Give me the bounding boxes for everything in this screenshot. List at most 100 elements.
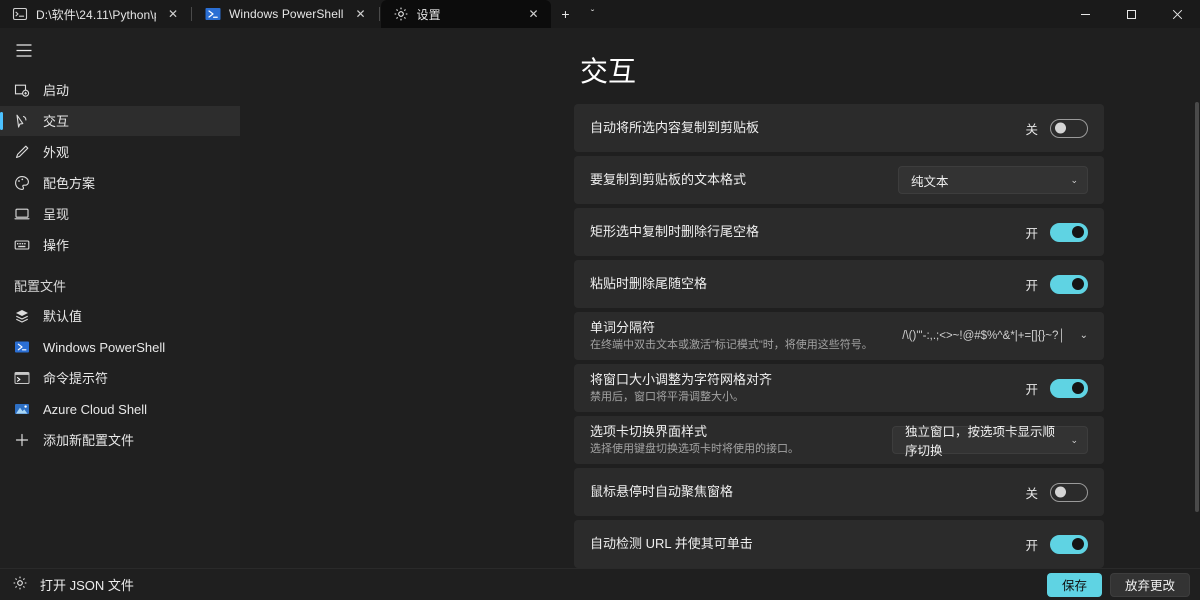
tab-label: 设置 bbox=[416, 7, 441, 22]
setting-row-trim-block-selection[interactable]: 矩形选中复制时删除行尾空格 开 bbox=[574, 208, 1104, 256]
sidebar-item-interaction[interactable]: 交互 bbox=[0, 106, 240, 136]
setting-subtitle: 选择使用键盘切换选项卡时将使用的接口。 bbox=[590, 443, 799, 455]
footer-bar: 打开 JSON 文件 保存 放弃更改 bbox=[0, 568, 1200, 600]
sidebar-item-add-new-profile[interactable]: 添加新配置文件 bbox=[0, 425, 240, 455]
sidebar-item-label: 操作 bbox=[43, 237, 70, 253]
footer-buttons: 保存 放弃更改 bbox=[1046, 572, 1190, 597]
setting-subtitle: 在终端中双击文本或激活"标记模式"时，将使用这些符号。 bbox=[590, 339, 873, 351]
sidebar-item-rendering[interactable]: 呈现 bbox=[0, 199, 240, 229]
sidebar-item-label: 交互 bbox=[43, 113, 70, 129]
setting-text: 将窗口大小调整为字符网格对齐 禁用后，窗口将平滑调整大小。 bbox=[590, 364, 772, 412]
sidebar-item-label: 默认值 bbox=[43, 308, 83, 324]
setting-row-snap-to-grid[interactable]: 将窗口大小调整为字符网格对齐 禁用后，窗口将平滑调整大小。 开 bbox=[574, 364, 1104, 412]
new-tab-button[interactable]: + bbox=[551, 0, 581, 28]
sidebar-item-label: 配色方案 bbox=[43, 175, 96, 191]
setting-text: 选项卡切换界面样式 选择使用键盘切换选项卡时将使用的接口。 bbox=[590, 416, 799, 464]
monitor-icon bbox=[14, 206, 30, 222]
setting-row-word-delimiters[interactable]: 单词分隔符 在终端中双击文本或激活"标记模式"时，将使用这些符号。 /\()"'… bbox=[574, 312, 1104, 360]
settings-scroll-area[interactable]: 交互 自动将所选内容复制到剪贴板 关 要复制到剪贴板的文本格式 纯文本 ⌄ 矩形… bbox=[240, 28, 1200, 568]
toggle-knob bbox=[1055, 122, 1066, 134]
plus-icon bbox=[14, 432, 30, 448]
tab-settings[interactable]: 设置 ✕ bbox=[380, 0, 551, 28]
setting-text: 矩形选中复制时删除行尾空格 bbox=[590, 216, 759, 248]
setting-control: 纯文本 ⌄ bbox=[898, 166, 1088, 194]
discard-changes-button[interactable]: 放弃更改 bbox=[1109, 572, 1190, 597]
maximize-button[interactable] bbox=[1108, 0, 1154, 28]
save-button[interactable]: 保存 bbox=[1046, 572, 1102, 597]
tab-python[interactable]: D:\软件\24.11\Python\python.e ✕ bbox=[0, 0, 190, 28]
powershell-icon bbox=[14, 339, 30, 355]
sidebar-item-color-schemes[interactable]: 配色方案 bbox=[0, 168, 240, 198]
dropdown-value: 独立窗口，按选项卡显示顺序切换 bbox=[905, 425, 1056, 458]
sidebar-item-azure-cloud-shell[interactable]: Azure Cloud Shell bbox=[0, 394, 240, 424]
word-delimiters-value-group[interactable]: /\()"'-:,.;<>~!@#$%^&*|+=[]{}~?│ ⌄ bbox=[902, 330, 1088, 342]
setting-text: 自动将所选内容复制到剪贴板 bbox=[590, 112, 759, 144]
toggle-knob bbox=[1072, 382, 1084, 394]
close-button[interactable] bbox=[1154, 0, 1200, 28]
dropdown-tab-switcher-style[interactable]: 独立窗口，按选项卡显示顺序切换 ⌄ bbox=[892, 425, 1088, 458]
setting-title: 将窗口大小调整为字符网格对齐 bbox=[590, 372, 773, 387]
hamburger-icon[interactable] bbox=[4, 32, 44, 68]
powershell-icon bbox=[205, 6, 221, 22]
chevron-down-icon[interactable]: ˇ bbox=[581, 0, 605, 28]
setting-row-tab-switcher-style[interactable]: 选项卡切换界面样式 选择使用键盘切换选项卡时将使用的接口。 独立窗口，按选项卡显… bbox=[574, 416, 1104, 464]
setting-row-focus-follow-mouse[interactable]: 鼠标悬停时自动聚焦窗格 关 bbox=[574, 468, 1104, 516]
tab-separator bbox=[191, 7, 192, 21]
tab-close-icon[interactable]: ✕ bbox=[525, 5, 543, 23]
setting-text: 单词分隔符 在终端中双击文本或激活"标记模式"时，将使用这些符号。 bbox=[590, 312, 873, 360]
setting-control: 关 bbox=[1025, 482, 1088, 502]
sidebar: 启动 交互 外观 配色方案 呈现 操作 配置文件 默认值 Windows Pow… bbox=[0, 28, 240, 568]
tab-label: Windows PowerShell bbox=[229, 7, 344, 21]
setting-row-trim-paste[interactable]: 粘贴时删除尾随空格 开 bbox=[574, 260, 1104, 308]
scrollbar-thumb[interactable] bbox=[1195, 102, 1199, 512]
open-json-file-button[interactable]: 打开 JSON 文件 bbox=[12, 575, 134, 594]
toggle-trim-block-selection[interactable] bbox=[1050, 222, 1088, 242]
sidebar-item-actions[interactable]: 操作 bbox=[0, 230, 240, 260]
setting-text: 要复制到剪贴板的文本格式 bbox=[590, 164, 746, 196]
toggle-state-label: 关 bbox=[1025, 122, 1038, 137]
toggle-snap-to-grid[interactable] bbox=[1050, 378, 1088, 398]
tab-close-icon[interactable]: ✕ bbox=[352, 5, 370, 23]
setting-row-detect-urls[interactable]: 自动检测 URL 并使其可单击 开 bbox=[574, 520, 1104, 568]
tab-separator bbox=[378, 7, 380, 21]
tab-powershell[interactable]: Windows PowerShell ✕ bbox=[193, 0, 378, 28]
sidebar-item-windows-powershell[interactable]: Windows PowerShell bbox=[0, 332, 240, 362]
gear-icon bbox=[12, 575, 28, 594]
title-bar: D:\软件\24.11\Python\python.e ✕ Windows Po… bbox=[0, 0, 1200, 28]
setting-row-copy-on-select[interactable]: 自动将所选内容复制到剪贴板 关 bbox=[574, 104, 1104, 152]
cmd-icon bbox=[14, 370, 30, 386]
setting-title: 鼠标悬停时自动聚焦窗格 bbox=[590, 484, 734, 499]
sidebar-item-label: 启动 bbox=[43, 82, 70, 98]
window-body: 启动 交互 外观 配色方案 呈现 操作 配置文件 默认值 Windows Pow… bbox=[0, 28, 1200, 568]
palette-icon bbox=[14, 175, 30, 191]
toggle-trim-paste[interactable] bbox=[1050, 274, 1088, 294]
sidebar-item-label: 添加新配置文件 bbox=[43, 432, 135, 448]
tab-strip: D:\软件\24.11\Python\python.e ✕ Windows Po… bbox=[0, 0, 605, 28]
tab-close-icon[interactable]: ✕ bbox=[164, 5, 182, 23]
toggle-knob bbox=[1072, 538, 1084, 550]
toggle-state-label: 开 bbox=[1025, 278, 1038, 293]
toggle-state-label: 开 bbox=[1025, 538, 1038, 553]
sidebar-item-appearance[interactable]: 外观 bbox=[0, 137, 240, 167]
dropdown-copy-format[interactable]: 纯文本 ⌄ bbox=[898, 166, 1088, 194]
setting-row-copy-format[interactable]: 要复制到剪贴板的文本格式 纯文本 ⌄ bbox=[574, 156, 1104, 204]
sidebar-item-label: 命令提示符 bbox=[43, 370, 109, 386]
toggle-knob bbox=[1072, 226, 1084, 238]
sidebar-item-label: Azure Cloud Shell bbox=[43, 401, 148, 417]
setting-control: /\()"'-:,.;<>~!@#$%^&*|+=[]{}~?│ ⌄ bbox=[902, 330, 1088, 342]
sidebar-item-label: 外观 bbox=[43, 144, 70, 160]
toggle-state-label: 开 bbox=[1025, 226, 1038, 241]
sidebar-item-startup[interactable]: 启动 bbox=[0, 75, 240, 105]
toggle-detect-urls[interactable] bbox=[1050, 534, 1088, 554]
window-controls bbox=[1062, 0, 1200, 28]
sidebar-item-defaults[interactable]: 默认值 bbox=[0, 301, 240, 331]
sidebar-item-command-prompt[interactable]: 命令提示符 bbox=[0, 363, 240, 393]
minimize-button[interactable] bbox=[1062, 0, 1108, 28]
toggle-knob bbox=[1055, 486, 1066, 498]
vertical-scrollbar[interactable] bbox=[1194, 102, 1200, 564]
sidebar-item-label: Windows PowerShell bbox=[43, 339, 166, 355]
terminal-icon bbox=[12, 6, 28, 22]
toggle-focus-follow-mouse[interactable] bbox=[1050, 482, 1088, 502]
toggle-copy-on-select[interactable] bbox=[1050, 118, 1088, 138]
sidebar-group-profiles: 配置文件 bbox=[14, 278, 67, 294]
